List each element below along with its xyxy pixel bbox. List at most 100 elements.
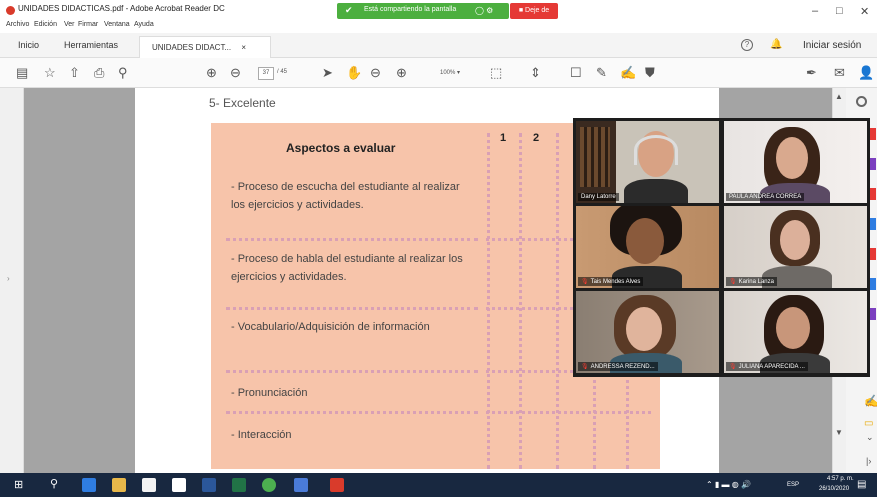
highlight-pen-icon[interactable]: ✎ [596,66,607,80]
edge-browser-icon[interactable] [82,478,96,492]
clock-time[interactable]: 4:57 p. m. [827,476,854,482]
participant-tile[interactable]: 🎙 JULIANA APARECIDA ... [724,291,867,373]
stamp-icon[interactable]: ⛊ [645,66,655,80]
windows-start-icon[interactable]: ⊞ [14,478,28,492]
scroll-down-icon[interactable]: ▼ [835,428,843,437]
tab-inicio[interactable]: Inicio [18,40,39,50]
close-button[interactable]: ✕ [860,5,869,18]
help-icon[interactable]: ? [741,39,753,51]
comment-icon[interactable]: ☐ [570,66,582,80]
bookmark-star-icon[interactable]: ☆ [44,66,56,80]
search-icon[interactable]: ⚲ [50,477,64,491]
participant-name: PAULA ANDREA CORREA [726,193,805,201]
rail-collapse-icon[interactable]: ⌄ [866,432,874,443]
language-indicator[interactable]: ESP [787,482,799,488]
participant-face [776,307,810,349]
menu-ver[interactable]: Ver [64,21,75,28]
share-screen-icon: ✔ [345,5,353,15]
participant-tile[interactable]: 🎙 Tais Mendes Alves [576,206,719,288]
hand-tool-icon[interactable]: ✋ [346,66,362,80]
zoom-dropdown[interactable]: 100% ▾ [440,69,460,76]
tool-sign-icon[interactable]: ✍ [864,394,877,408]
tool-export-icon[interactable] [870,128,876,140]
acrobat-taskbar-icon[interactable] [330,478,344,492]
dotted-divider [226,411,478,414]
menu-ayuda[interactable]: Ayuda [134,21,154,28]
tab-herramientas[interactable]: Herramientas [64,40,118,50]
page-number-input[interactable]: 37 [258,67,274,80]
excel-icon[interactable] [232,478,246,492]
participant-tile[interactable]: 🎙 ANDRESSA REZEND... [576,291,719,373]
share-user-icon[interactable]: 👤 [858,66,874,80]
sign-icon[interactable]: ✒ [806,66,817,80]
navigation-pane[interactable]: › [0,88,24,473]
word-icon[interactable] [202,478,216,492]
clock-date[interactable]: 26/10/2020 [819,486,849,492]
fit-page-icon[interactable]: ⬚ [490,66,502,80]
criterion-item: - Pronunciación [231,387,308,399]
save-icon[interactable]: ▤ [16,66,28,80]
zoom-app-icon[interactable] [294,478,308,492]
dotted-divider [519,133,522,469]
upload-icon[interactable]: ⇧ [69,66,80,80]
expand-pane-icon[interactable]: › [7,274,10,283]
mail-icon[interactable] [172,478,186,492]
system-tray[interactable]: ⌃ ▮ ▬ ◍ 🔊 [706,480,751,489]
menu-bar: Archivo Edición Ver Firmar Ventana Ayuda [0,20,877,33]
menu-edicion[interactable]: Edición [34,21,57,28]
notification-icon[interactable]: ▤ [857,479,866,490]
participant-tile[interactable]: Dany Latorre [576,121,719,203]
signin-link[interactable]: Iniciar sesión [803,40,861,51]
tab-close-icon[interactable]: × [241,43,246,52]
minimize-button[interactable]: – [812,5,818,17]
taskbar: ⊞ ⚲ ⌃ ▮ ▬ ◍ 🔊 ESP 4:57 p. m. 26/10/2020 … [0,473,877,497]
participant-name: 🎙 JULIANA APARECIDA ... [726,362,808,371]
share-controls-icon[interactable]: ◯ ⚙ [475,6,493,15]
dotted-divider [226,370,478,373]
tool-comment-icon[interactable] [870,218,876,230]
email-icon[interactable]: ✉ [834,66,845,80]
participant-tile[interactable]: 🎙 Karina Lanza [724,206,867,288]
print-icon[interactable]: ⎙ [94,66,104,80]
participant-name: Dany Latorre [578,193,619,201]
toolbar: ▤ ☆ ⇧ ⎙ ⚲ ⊕ ⊖ 37 / 45 ➤ ✋ ⊖ ⊕ 100% ▾ ⬚ ⇕… [0,58,877,88]
participant-name: 🎙 Karina Lanza [726,277,777,286]
dotted-divider [556,133,559,469]
select-cursor-icon[interactable]: ➤ [322,66,333,80]
participant-name: 🎙 ANDRESSA REZEND... [578,362,658,371]
scroll-mode-icon[interactable]: ⇕ [530,66,541,80]
rail-expand-icon[interactable]: |› [866,456,871,466]
stop-sharing-button[interactable]: ■ Deje de [510,3,558,19]
participant-tile[interactable]: PAULA ANDREA CORREA [724,121,867,203]
maximize-button[interactable]: □ [836,5,843,17]
zoom-search-icon[interactable] [856,96,867,107]
page-up-icon[interactable]: ⊕ [206,66,217,80]
video-call-grid[interactable]: Dany Latorre PAULA ANDREA CORREA 🎙 Tais M… [573,118,870,377]
acrobat-logo-icon [6,6,15,15]
muted-mic-icon: 🎙 [729,364,737,370]
tool-fill-sign-icon[interactable] [870,308,876,320]
muted-mic-icon: 🎙 [581,279,589,285]
draw-icon[interactable]: ✍ [620,66,636,80]
tool-organize-icon[interactable] [870,248,876,260]
tool-note-icon[interactable]: ▭ [864,418,873,429]
search-icon[interactable]: ⚲ [118,66,128,80]
store-icon[interactable] [142,478,156,492]
zoom-in-icon[interactable]: ⊕ [396,66,407,80]
tool-create-icon[interactable] [870,188,876,200]
menu-firmar[interactable]: Firmar [78,21,98,28]
tool-edit-icon[interactable] [870,158,876,170]
tool-protect-icon[interactable] [870,278,876,290]
page-down-icon[interactable]: ⊖ [230,66,241,80]
chrome-icon[interactable] [262,478,276,492]
menu-archivo[interactable]: Archivo [6,21,29,28]
file-explorer-icon[interactable] [112,478,126,492]
menu-ventana[interactable]: Ventana [104,21,130,28]
participant-face [626,218,664,264]
zoom-value: 100% [440,70,456,76]
zoom-out-icon[interactable]: ⊖ [370,66,381,80]
tab-document[interactable]: UNIDADES DIDACT... × [139,36,271,58]
tab-bar: Inicio Herramientas UNIDADES DIDACT... ×… [0,33,877,58]
scroll-up-icon[interactable]: ▲ [835,92,843,101]
bell-icon[interactable]: 🔔 [770,39,782,50]
